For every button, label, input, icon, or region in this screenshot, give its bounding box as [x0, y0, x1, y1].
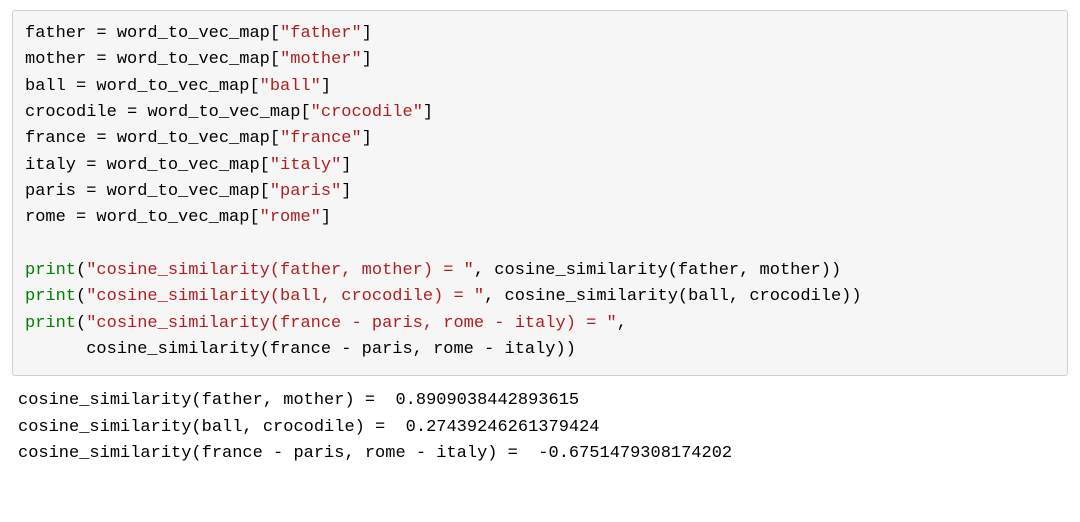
code-block: father = word_to_vec_map["father"]mother… [25, 21, 1055, 363]
code-line: print("cosine_similarity(father, mother)… [25, 258, 1055, 284]
code-line: mother = word_to_vec_map["mother"] [25, 47, 1055, 73]
jupyter-code-cell[interactable]: father = word_to_vec_map["father"]mother… [12, 10, 1068, 376]
code-line: crocodile = word_to_vec_map["crocodile"] [25, 100, 1055, 126]
code-line: father = word_to_vec_map["father"] [25, 21, 1055, 47]
code-line: rome = word_to_vec_map["rome"] [25, 205, 1055, 231]
code-line [25, 232, 1055, 258]
code-line: cosine_similarity(france - paris, rome -… [25, 337, 1055, 363]
code-line: france = word_to_vec_map["france"] [25, 126, 1055, 152]
output-line: cosine_similarity(france - paris, rome -… [18, 441, 1062, 467]
code-line: print("cosine_similarity(ball, crocodile… [25, 284, 1055, 310]
jupyter-output: cosine_similarity(father, mother) = 0.89… [12, 382, 1068, 467]
code-line: ball = word_to_vec_map["ball"] [25, 74, 1055, 100]
code-line: italy = word_to_vec_map["italy"] [25, 153, 1055, 179]
output-text: cosine_similarity(father, mother) = 0.89… [18, 388, 1062, 467]
output-line: cosine_similarity(father, mother) = 0.89… [18, 388, 1062, 414]
output-line: cosine_similarity(ball, crocodile) = 0.2… [18, 415, 1062, 441]
code-line: paris = word_to_vec_map["paris"] [25, 179, 1055, 205]
code-line: print("cosine_similarity(france - paris,… [25, 311, 1055, 337]
